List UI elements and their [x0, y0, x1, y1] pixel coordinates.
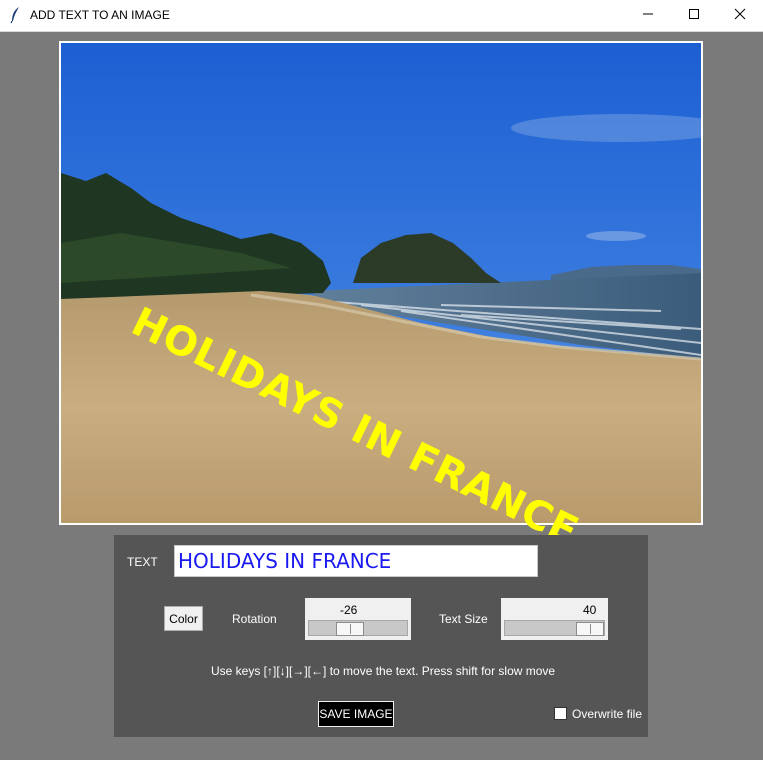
text-label: TEXT — [127, 555, 158, 569]
save-image-button[interactable]: SAVE IMAGE — [318, 701, 394, 727]
text-size-slider-thumb[interactable] — [576, 622, 604, 636]
text-size-value: 40 — [583, 603, 597, 617]
text-size-slider[interactable]: 40 — [501, 598, 608, 640]
color-button[interactable]: Color — [164, 606, 203, 631]
text-size-label: Text Size — [439, 612, 488, 626]
maximize-icon — [688, 7, 700, 25]
minimize-button[interactable] — [625, 0, 671, 31]
title-bar: ADD TEXT TO AN IMAGE — [0, 0, 763, 32]
image-canvas[interactable]: HOLIDAYS IN FRANCE — [59, 41, 703, 555]
feather-icon — [8, 6, 24, 24]
overwrite-checkbox[interactable] — [554, 707, 567, 720]
rotation-label: Rotation — [232, 612, 277, 626]
text-input[interactable] — [174, 545, 538, 577]
close-icon — [734, 7, 746, 25]
rotation-value: -26 — [340, 603, 358, 617]
text-size-slider-trough[interactable] — [504, 620, 605, 636]
rotation-slider-trough[interactable] — [308, 620, 408, 636]
maximize-button[interactable] — [671, 0, 717, 31]
hint-text: Use keys [↑][↓][→][←] to move the text. … — [211, 664, 556, 678]
close-button[interactable] — [717, 0, 763, 31]
window-title: ADD TEXT TO AN IMAGE — [30, 8, 170, 22]
rotation-slider-thumb[interactable] — [336, 622, 364, 636]
rotation-slider[interactable]: -26 — [305, 598, 411, 640]
overwrite-label: Overwrite file — [572, 707, 643, 721]
minimize-icon — [642, 7, 654, 25]
